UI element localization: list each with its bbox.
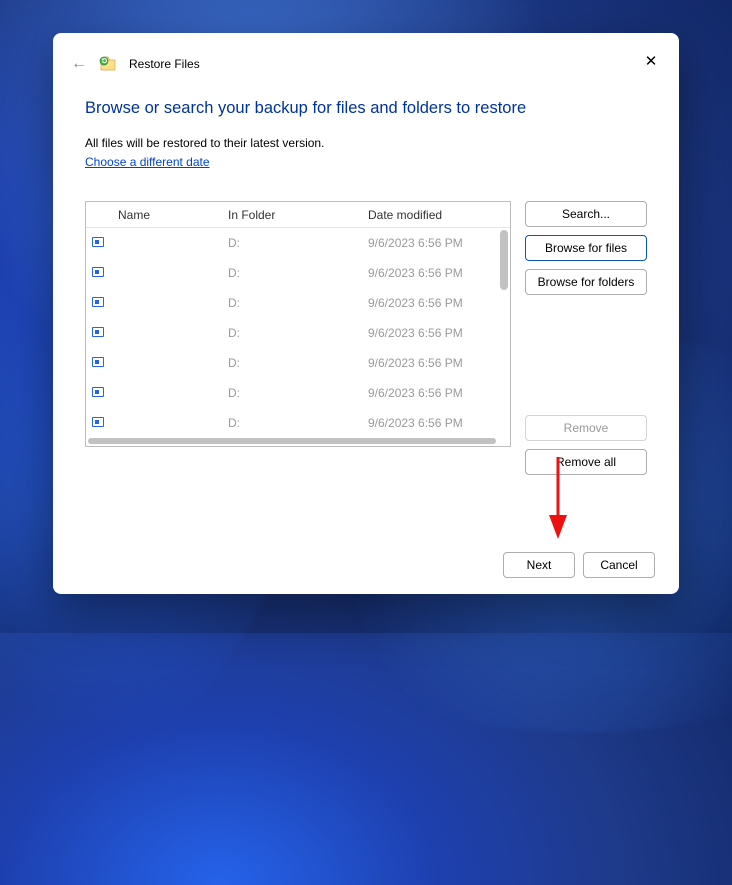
file-icon	[92, 417, 104, 427]
vertical-scrollbar[interactable]	[500, 230, 508, 290]
cancel-button[interactable]: Cancel	[583, 552, 655, 578]
window-title: Restore Files	[129, 57, 200, 71]
version-note: All files will be restored to their late…	[85, 136, 647, 150]
back-button[interactable]: ←	[71, 55, 87, 73]
file-icon	[92, 267, 104, 277]
file-icon	[92, 297, 104, 307]
footer-buttons: Next Cancel	[503, 552, 655, 578]
cell-folder: D:	[222, 296, 362, 310]
choose-date-link[interactable]: Choose a different date	[85, 155, 210, 169]
close-icon: ✕	[645, 52, 658, 70]
browse-files-button[interactable]: Browse for files	[525, 235, 647, 261]
table-row[interactable]: D: 9/6/2023 6:56 PM	[86, 228, 510, 258]
close-button[interactable]: ✕	[641, 51, 661, 71]
table-row[interactable]: D: 9/6/2023 6:56 PM	[86, 258, 510, 288]
side-buttons-column: Search... Browse for files Browse for fo…	[525, 201, 647, 475]
table-row[interactable]: D: 9/6/2023 6:56 PM	[86, 318, 510, 348]
file-list-panel: Name In Folder Date modified D: 9/6/2023…	[85, 201, 511, 447]
cell-date: 9/6/2023 6:56 PM	[362, 386, 510, 400]
cell-folder: D:	[222, 326, 362, 340]
next-button[interactable]: Next	[503, 552, 575, 578]
remove-button[interactable]: Remove	[525, 415, 647, 441]
content-area: Browse or search your backup for files a…	[53, 73, 679, 475]
cell-folder: D:	[222, 356, 362, 370]
title-bar: ← Restore Files	[53, 33, 679, 73]
browse-folders-button[interactable]: Browse for folders	[525, 269, 647, 295]
page-heading: Browse or search your backup for files a…	[85, 99, 647, 118]
table-row[interactable]: D: 9/6/2023 6:56 PM	[86, 348, 510, 378]
file-icon	[92, 237, 104, 247]
cell-date: 9/6/2023 6:56 PM	[362, 266, 510, 280]
search-button[interactable]: Search...	[525, 201, 647, 227]
column-header-folder[interactable]: In Folder	[222, 208, 362, 222]
restore-files-icon	[99, 55, 117, 73]
column-header-date[interactable]: Date modified	[362, 208, 510, 222]
file-icon	[92, 357, 104, 367]
back-arrow-icon: ←	[71, 55, 87, 72]
cell-date: 9/6/2023 6:56 PM	[362, 416, 510, 430]
cell-folder: D:	[222, 386, 362, 400]
table-row[interactable]: D: 9/6/2023 6:56 PM	[86, 288, 510, 318]
restore-files-dialog: ✕ ← Restore Files Browse or search your …	[53, 33, 679, 594]
horizontal-scrollbar[interactable]	[88, 438, 496, 444]
column-header-name[interactable]: Name	[112, 208, 222, 222]
cell-folder: D:	[222, 416, 362, 430]
file-icon	[92, 327, 104, 337]
cell-date: 9/6/2023 6:56 PM	[362, 236, 510, 250]
column-header-row[interactable]: Name In Folder Date modified	[86, 202, 510, 228]
cell-date: 9/6/2023 6:56 PM	[362, 356, 510, 370]
cell-date: 9/6/2023 6:56 PM	[362, 326, 510, 340]
file-list-body: D: 9/6/2023 6:56 PM D: 9/6/2023 6:56 PM …	[86, 228, 510, 446]
table-row[interactable]: D: 9/6/2023 6:56 PM	[86, 378, 510, 408]
cell-folder: D:	[222, 236, 362, 250]
file-icon	[92, 387, 104, 397]
table-row[interactable]: D: 9/6/2023 6:56 PM	[86, 408, 510, 438]
cell-folder: D:	[222, 266, 362, 280]
remove-all-button[interactable]: Remove all	[525, 449, 647, 475]
cell-date: 9/6/2023 6:56 PM	[362, 296, 510, 310]
